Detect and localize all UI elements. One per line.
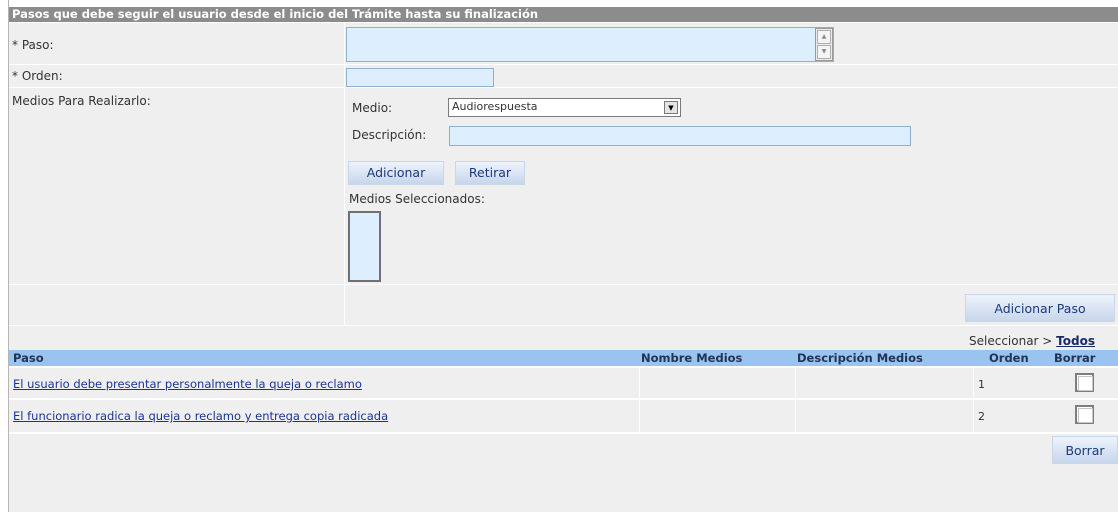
form-background	[9, 23, 1118, 350]
select-prefix: Seleccionar >	[969, 334, 1057, 348]
orden-input[interactable]	[346, 68, 494, 87]
row-borrar-checkbox[interactable]	[1075, 405, 1094, 424]
col-header-descripcion-medios: Descripción Medios	[797, 351, 923, 365]
paso-label: * Paso:	[12, 38, 54, 52]
medios-seleccionados-list[interactable]	[348, 211, 381, 282]
col-header-borrar: Borrar	[1054, 351, 1096, 365]
medio-label: Medio:	[352, 101, 393, 115]
row-divider	[9, 284, 1118, 285]
medio-selected-value: Audiorespuesta	[452, 100, 538, 113]
col-header-nombre-medios: Nombre Medios	[641, 351, 743, 365]
select-all-control: Seleccionar > Todos	[969, 334, 1095, 348]
column-divider	[973, 368, 974, 432]
col-header-paso: Paso	[13, 351, 44, 365]
paso-scrollbar[interactable]: ▲ ▼	[815, 28, 833, 61]
adicionar-paso-button[interactable]: Adicionar Paso	[965, 294, 1115, 322]
row-orden: 2	[978, 410, 985, 423]
descripcion-label: Descripción:	[352, 128, 427, 142]
select-all-link[interactable]: Todos	[1056, 334, 1095, 348]
scroll-down-icon[interactable]: ▼	[817, 45, 831, 59]
descripcion-input[interactable]	[449, 126, 911, 146]
medio-select[interactable]: Audiorespuesta ▼	[448, 98, 681, 117]
column-divider	[344, 23, 345, 325]
retirar-button[interactable]: Retirar	[455, 161, 525, 185]
table-footer	[9, 434, 1118, 512]
borrar-button[interactable]: Borrar	[1052, 436, 1118, 464]
row-divider	[9, 325, 1118, 326]
col-header-orden: Orden	[989, 351, 1029, 365]
column-divider	[795, 368, 796, 432]
row-orden: 1	[978, 378, 985, 391]
row-borrar-checkbox[interactable]	[1075, 373, 1094, 392]
adicionar-button[interactable]: Adicionar	[348, 161, 444, 185]
row-divider	[9, 64, 1118, 65]
medios-label: Medios Para Realizarlo:	[12, 94, 151, 108]
row-divider	[9, 87, 1118, 88]
column-divider	[639, 368, 640, 432]
row-paso-link[interactable]: El funcionario radica la queja o reclamo…	[13, 409, 388, 423]
medios-seleccionados-label: Medios Seleccionados:	[349, 192, 485, 206]
chevron-down-icon[interactable]: ▼	[664, 101, 678, 114]
row-paso-link[interactable]: El usuario debe presentar personalmente …	[13, 377, 362, 391]
paso-textarea[interactable]	[346, 27, 834, 62]
section-header: Pasos que debe seguir el usuario desde e…	[9, 7, 1118, 22]
orden-label: * Orden:	[12, 69, 63, 83]
scroll-up-icon[interactable]: ▲	[817, 30, 831, 44]
table-header	[9, 350, 1118, 366]
